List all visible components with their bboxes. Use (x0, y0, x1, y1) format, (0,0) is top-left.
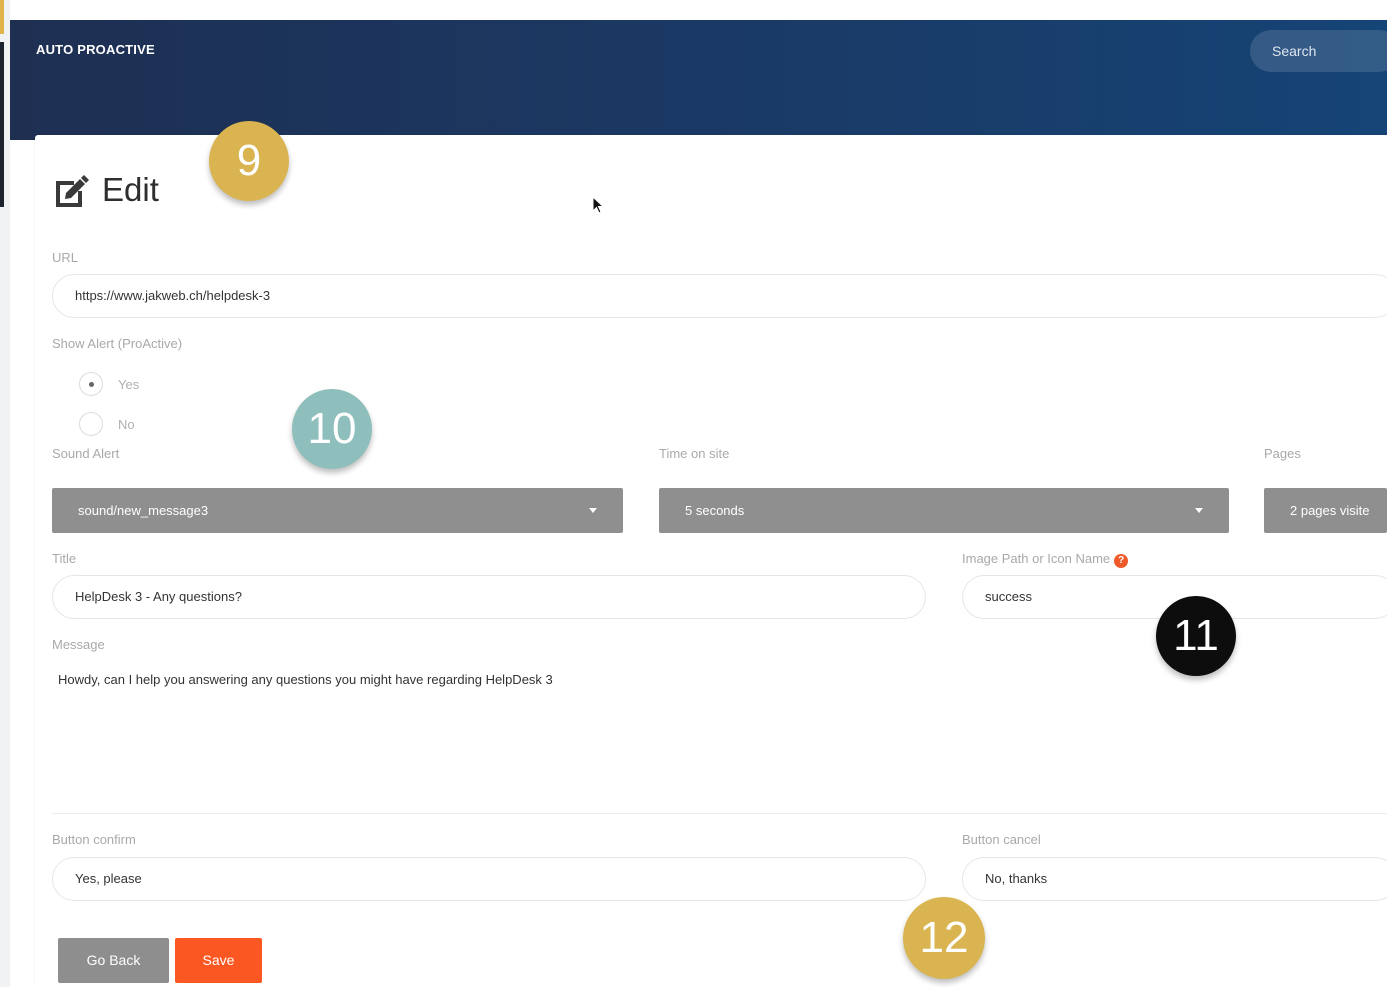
go-back-button[interactable]: Go Back (58, 938, 169, 983)
image-path-label: Image Path or Icon Name? (962, 551, 1129, 568)
radio-no[interactable] (79, 412, 103, 436)
radio-no-label: No (118, 417, 135, 432)
title-label: Title (52, 551, 77, 566)
radio-selected-dot (89, 382, 94, 387)
url-label: URL (52, 250, 79, 265)
radio-yes[interactable] (79, 372, 103, 396)
chevron-down-icon (589, 508, 597, 513)
sound-alert-select[interactable]: sound/new_message3 (52, 488, 623, 533)
page-title: Edit (102, 171, 159, 208)
radio-yes-label: Yes (118, 377, 140, 392)
callout-badge-10: 10 (292, 389, 372, 469)
edit-icon (56, 175, 89, 207)
button-confirm-field[interactable]: Yes, please (52, 857, 926, 901)
search-input[interactable]: Search (1250, 30, 1387, 72)
message-textarea[interactable]: Howdy, can I help you answering any ques… (58, 672, 553, 687)
button-confirm-label: Button confirm (52, 832, 136, 847)
time-on-site-select[interactable]: 5 seconds (659, 488, 1229, 533)
left-accent-gold (0, 0, 4, 34)
pages-value: 2 pages visite (1290, 503, 1370, 518)
callout-badge-11: 11 (1156, 596, 1236, 676)
left-accent-dark (0, 42, 4, 207)
brand-title: AUTO PROACTIVE (36, 42, 155, 57)
button-cancel-label: Button cancel (962, 832, 1041, 847)
callout-badge-12: 12 (903, 897, 985, 979)
callout-badge-9: 9 (209, 121, 289, 201)
message-label: Message (52, 637, 105, 652)
chevron-down-icon (1195, 508, 1203, 513)
pages-label: Pages (1264, 446, 1301, 461)
sound-alert-value: sound/new_message3 (78, 503, 209, 518)
button-cancel-field[interactable]: No, thanks (962, 857, 1387, 901)
sound-alert-label: Sound Alert (52, 446, 120, 461)
save-button[interactable]: Save (175, 938, 262, 983)
top-header: AUTO PROACTIVE Search (10, 20, 1387, 140)
time-on-site-label: Time on site (659, 446, 730, 461)
time-on-site-value: 5 seconds (685, 503, 745, 518)
pages-select[interactable]: 2 pages visite (1264, 488, 1387, 533)
title-field[interactable]: HelpDesk 3 - Any questions? (52, 575, 926, 619)
url-field[interactable]: https://www.jakweb.ch/helpdesk-3 (52, 274, 1387, 318)
question-icon[interactable]: ? (1114, 554, 1129, 568)
divider (52, 813, 1387, 814)
image-path-label-text: Image Path or Icon Name (962, 551, 1111, 566)
mouse-cursor-icon (592, 196, 604, 214)
page-title-row: Edit (52, 170, 159, 210)
show-alert-label: Show Alert (ProActive) (52, 336, 183, 351)
